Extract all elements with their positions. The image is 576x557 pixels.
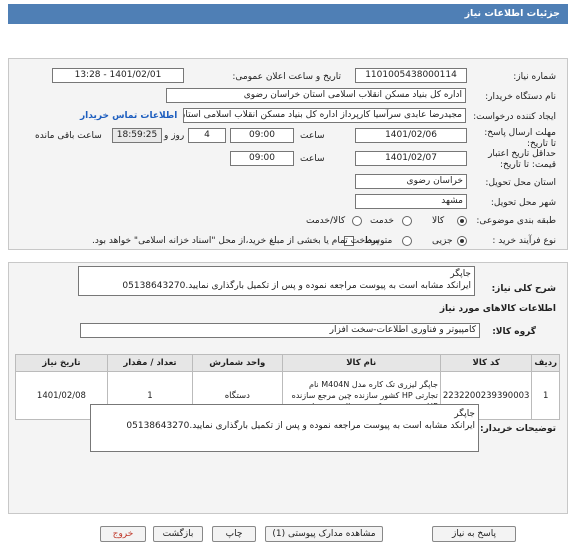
province-label: استان محل تحویل: bbox=[485, 178, 556, 188]
attachments-button[interactable]: مشاهده مدارک پیوستی (1) bbox=[265, 526, 383, 542]
remaining-time-label: ساعت باقی مانده bbox=[35, 131, 102, 141]
deadline-days-field: 4 bbox=[188, 128, 226, 143]
deadline-time-label: ساعت bbox=[300, 131, 325, 141]
col-date: تاریخ نیاز bbox=[15, 354, 108, 372]
goods-group-label: گروه کالا: bbox=[492, 327, 536, 337]
process-radio-medium[interactable] bbox=[402, 236, 412, 246]
goods-table-header: ردیف کد کالا نام کالا واحد شمارش تعداد /… bbox=[15, 354, 560, 372]
validity-time-label: ساعت bbox=[300, 154, 325, 164]
process-label: نوع فرآیند خرید : bbox=[492, 236, 556, 246]
back-button[interactable]: بازگشت bbox=[153, 526, 203, 542]
col-code: کد کالا bbox=[439, 354, 533, 372]
summary-label: شرح کلی نیاز: bbox=[491, 284, 556, 294]
category-option-service: خدمت bbox=[370, 216, 394, 226]
deadline-days-label: روز و bbox=[164, 131, 185, 141]
province-field: خراسان رضوی bbox=[355, 174, 467, 189]
city-label: شهر محل تحویل: bbox=[490, 198, 556, 208]
validity-date-field: 1401/02/07 bbox=[355, 151, 467, 166]
treasury-note: پرداخت تمام یا بخشی از مبلغ خرید،از محل … bbox=[92, 236, 380, 246]
category-option-goods: کالا bbox=[432, 216, 445, 226]
announce-field: 1401/02/01 - 13:28 bbox=[52, 68, 184, 83]
page-header: جزئیات اطلاعات نیاز bbox=[8, 4, 568, 24]
exit-button[interactable]: خروج bbox=[100, 526, 146, 542]
city-field: مشهد bbox=[355, 194, 467, 209]
category-label: طبقه بندی موضوعی: bbox=[476, 216, 556, 226]
need-number-label: شماره نیاز: bbox=[513, 72, 556, 82]
need-number-field: 1101005438000114 bbox=[355, 68, 467, 83]
deadline-date-field: 1401/02/06 bbox=[355, 128, 467, 143]
buyer-notes-box: جاپگر ایرانکد مشابه است به پیوست مراجعه … bbox=[90, 404, 479, 452]
deadline-label: مهلت ارسال پاسخ: تا تاریخ: bbox=[484, 128, 556, 149]
col-qty: تعداد / مقدار bbox=[106, 354, 194, 372]
announce-label: تاریخ و ساعت اعلان عمومی: bbox=[232, 72, 341, 82]
deadline-time-field: 09:00 bbox=[230, 128, 294, 143]
validity-label: حداقل تاریخ اعتبار قیمت: تا تاریخ: bbox=[488, 149, 556, 170]
summary-line-2: ایرانکد مشابه است به پیوست مراجعه نموده … bbox=[122, 281, 471, 291]
buyer-notes-line-1: جاپگر bbox=[454, 409, 475, 419]
category-option-both: کالا/خدمت bbox=[306, 216, 346, 226]
goods-group-field: کامپیوتر و فناوری اطلاعات-سخت افزار bbox=[80, 323, 480, 338]
process-option-partial: جزیی bbox=[432, 236, 453, 246]
requester-label: ایجاد کننده درخواست: bbox=[473, 112, 556, 122]
row-index: 1 bbox=[531, 371, 560, 420]
buyer-notes-label: توضیحات خریدار: bbox=[480, 424, 556, 434]
buyer-notes-line-2: ایرانکد مشابه است به پیوست مراجعه نموده … bbox=[126, 421, 475, 431]
summary-line-1: جاپگر bbox=[450, 269, 471, 279]
requester-field: مجیدرضا عابدی سرآسیا کارپرداز اداره کل ب… bbox=[183, 108, 466, 123]
buyer-org-label: نام دستگاه خریدار: bbox=[485, 92, 556, 102]
print-button[interactable]: چاپ bbox=[212, 526, 256, 542]
category-radio-service[interactable] bbox=[402, 216, 412, 226]
validity-time-field: 09:00 bbox=[230, 151, 294, 166]
summary-box: جاپگر ایرانکد مشابه است به پیوست مراجعه … bbox=[78, 266, 475, 296]
col-unit: واحد شمارش bbox=[192, 354, 283, 372]
goods-section-title: اطلاعات کالاهای مورد نیاز bbox=[439, 304, 556, 314]
category-radio-goods[interactable] bbox=[457, 216, 467, 226]
process-radio-partial[interactable] bbox=[457, 236, 467, 246]
buyer-contact-link[interactable]: اطلاعات تماس خریدار bbox=[80, 111, 177, 121]
col-name: نام کالا bbox=[281, 354, 441, 372]
col-index: ردیف bbox=[531, 354, 560, 372]
reply-button[interactable]: پاسخ به نیاز bbox=[432, 526, 516, 542]
remaining-time-field: 18:59:25 bbox=[112, 128, 162, 143]
buyer-org-field: اداره کل بنیاد مسکن انقلاب اسلامی استان … bbox=[166, 88, 466, 103]
page-title: جزئیات اطلاعات نیاز bbox=[464, 8, 560, 19]
category-radio-both[interactable] bbox=[352, 216, 362, 226]
